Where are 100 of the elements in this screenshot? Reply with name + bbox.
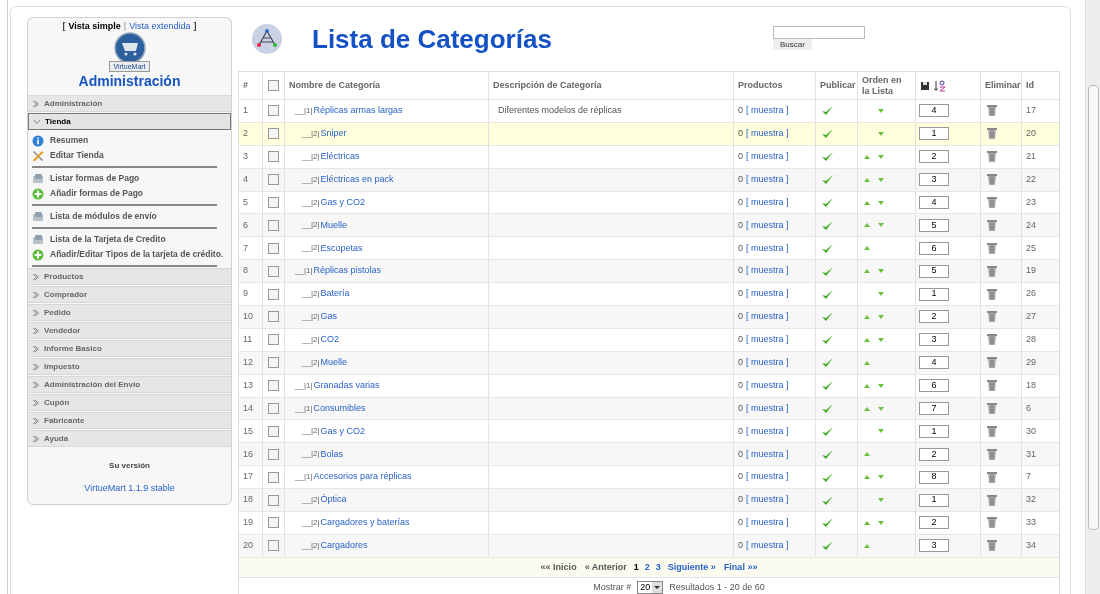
trash-icon[interactable] xyxy=(986,402,998,415)
category-link[interactable]: Batería xyxy=(320,287,350,301)
show-link[interactable]: [ muestra ] xyxy=(746,470,789,484)
section-header[interactable]: Tienda xyxy=(28,113,231,130)
sidebar-link[interactable]: Lista de la Tarjeta de Credito xyxy=(50,233,166,246)
checkbox[interactable] xyxy=(268,380,279,392)
section-header[interactable]: Comprador xyxy=(28,286,231,303)
category-link[interactable]: Escopetas xyxy=(320,241,363,256)
checkmark-icon[interactable] xyxy=(821,494,834,506)
pagination-link[interactable]: « Anterior xyxy=(582,560,629,575)
pagination-link[interactable]: Final »» xyxy=(721,560,760,575)
down-arrow-icon[interactable] xyxy=(878,223,884,228)
checkbox[interactable] xyxy=(268,425,279,437)
trash-icon[interactable] xyxy=(986,379,998,393)
trash-icon[interactable] xyxy=(986,104,998,118)
show-link[interactable]: [ muestra ] xyxy=(746,378,789,393)
category-link[interactable]: Accesorios para réplicas xyxy=(313,470,412,484)
up-arrow-icon[interactable] xyxy=(864,246,870,251)
category-link[interactable]: Consumibles xyxy=(313,401,366,416)
show-link[interactable]: [ muestra ] xyxy=(746,195,789,210)
up-arrow-icon[interactable] xyxy=(864,154,870,159)
category-link[interactable]: Granadas varias xyxy=(313,378,380,393)
checkbox[interactable] xyxy=(268,288,279,300)
checkbox[interactable] xyxy=(268,128,279,140)
checkbox[interactable] xyxy=(268,151,279,163)
down-arrow-icon[interactable] xyxy=(878,383,884,388)
up-arrow-icon[interactable] xyxy=(864,452,870,457)
show-link[interactable]: [ muestra ] xyxy=(746,172,789,187)
show-link[interactable]: [ muestra ] xyxy=(746,401,789,416)
simple-view-link[interactable]: Vista simple xyxy=(68,21,121,32)
down-arrow-icon[interactable] xyxy=(878,520,884,525)
show-link[interactable]: [ muestra ] xyxy=(746,287,789,301)
checkmark-icon[interactable] xyxy=(821,151,834,163)
checkmark-icon[interactable] xyxy=(821,448,834,460)
pagination-link[interactable]: 2 xyxy=(643,560,651,575)
checkmark-icon[interactable] xyxy=(821,334,834,346)
order-field[interactable]: 2 xyxy=(919,447,949,461)
category-link[interactable]: CO2 xyxy=(320,333,340,347)
show-link[interactable]: [ muestra ] xyxy=(746,447,789,462)
down-arrow-icon[interactable] xyxy=(878,269,884,274)
up-arrow-icon[interactable] xyxy=(864,520,870,525)
sidebar-link[interactable]: Añadir/Editar Tipos de la tarjeta de crédito. xyxy=(50,248,224,261)
order-field[interactable]: 5 xyxy=(919,264,949,278)
checkmark-icon[interactable] xyxy=(821,288,834,300)
order-field[interactable]: 1 xyxy=(919,287,949,301)
checkbox[interactable] xyxy=(268,448,279,460)
trash-icon[interactable] xyxy=(986,424,998,438)
section-header[interactable]: Pedido xyxy=(28,304,231,321)
category-link[interactable]: Cargadores y baterías xyxy=(320,516,410,530)
trash-icon[interactable] xyxy=(986,218,998,232)
order-field[interactable]: 3 xyxy=(919,173,949,187)
show-link[interactable]: [ muestra ] xyxy=(746,493,789,507)
trash-icon[interactable] xyxy=(986,127,998,141)
show-link[interactable]: [ muestra ] xyxy=(746,356,789,370)
order-field[interactable]: 3 xyxy=(919,333,949,347)
checkmark-icon[interactable] xyxy=(821,540,834,552)
checkmark-icon[interactable] xyxy=(821,357,834,369)
order-field[interactable]: 4 xyxy=(919,356,949,370)
category-link[interactable]: Gas y CO2 xyxy=(320,424,366,439)
category-link[interactable]: Sniper xyxy=(320,127,347,141)
down-arrow-icon[interactable] xyxy=(878,200,884,205)
category-link[interactable]: Bolas xyxy=(320,447,344,462)
show-link[interactable]: [ muestra ] xyxy=(746,333,789,347)
save-icon[interactable] xyxy=(920,80,930,91)
trash-icon[interactable] xyxy=(986,447,998,461)
checkbox[interactable] xyxy=(268,403,279,414)
extended-view-link[interactable]: Vista extendida xyxy=(129,21,191,32)
show-link[interactable]: [ muestra ] xyxy=(746,516,789,530)
checkbox[interactable] xyxy=(268,540,279,552)
sidebar-link[interactable]: Listar formas de Pago xyxy=(50,172,140,185)
checkbox[interactable] xyxy=(268,242,279,254)
sort-icon[interactable] xyxy=(934,79,948,92)
category-link[interactable]: Eléctricas xyxy=(320,149,360,164)
order-field[interactable]: 1 xyxy=(919,127,949,141)
trash-icon[interactable] xyxy=(986,539,998,553)
sidebar-link[interactable]: Resumen xyxy=(50,134,89,147)
checkbox[interactable] xyxy=(268,197,279,208)
scrollbar[interactable] xyxy=(1085,0,1100,594)
order-field[interactable]: 2 xyxy=(919,150,949,164)
show-link[interactable]: [ muestra ] xyxy=(746,218,789,233)
checkmark-icon[interactable] xyxy=(821,425,834,437)
up-arrow-icon[interactable] xyxy=(864,475,870,480)
up-arrow-icon[interactable] xyxy=(864,223,870,228)
up-arrow-icon[interactable] xyxy=(864,177,870,182)
category-link[interactable]: Muelle xyxy=(320,218,348,233)
down-arrow-icon[interactable] xyxy=(878,337,884,342)
checkmark-icon[interactable] xyxy=(821,219,834,231)
order-field[interactable]: 6 xyxy=(919,241,949,255)
checkbox[interactable] xyxy=(268,334,279,346)
down-arrow-icon[interactable] xyxy=(878,154,884,159)
section-header[interactable]: Administración xyxy=(28,95,231,112)
down-arrow-icon[interactable] xyxy=(878,131,884,136)
section-header[interactable]: Informe Basico xyxy=(28,340,231,357)
trash-icon[interactable] xyxy=(986,470,998,484)
version-link[interactable]: VirtueMart 1.1.9 stable xyxy=(84,482,175,496)
order-field[interactable]: 1 xyxy=(919,424,949,438)
order-field[interactable]: 4 xyxy=(919,196,949,209)
trash-icon[interactable] xyxy=(986,150,998,164)
show-link[interactable]: [ muestra ] xyxy=(746,241,789,256)
checkbox[interactable] xyxy=(268,174,279,186)
